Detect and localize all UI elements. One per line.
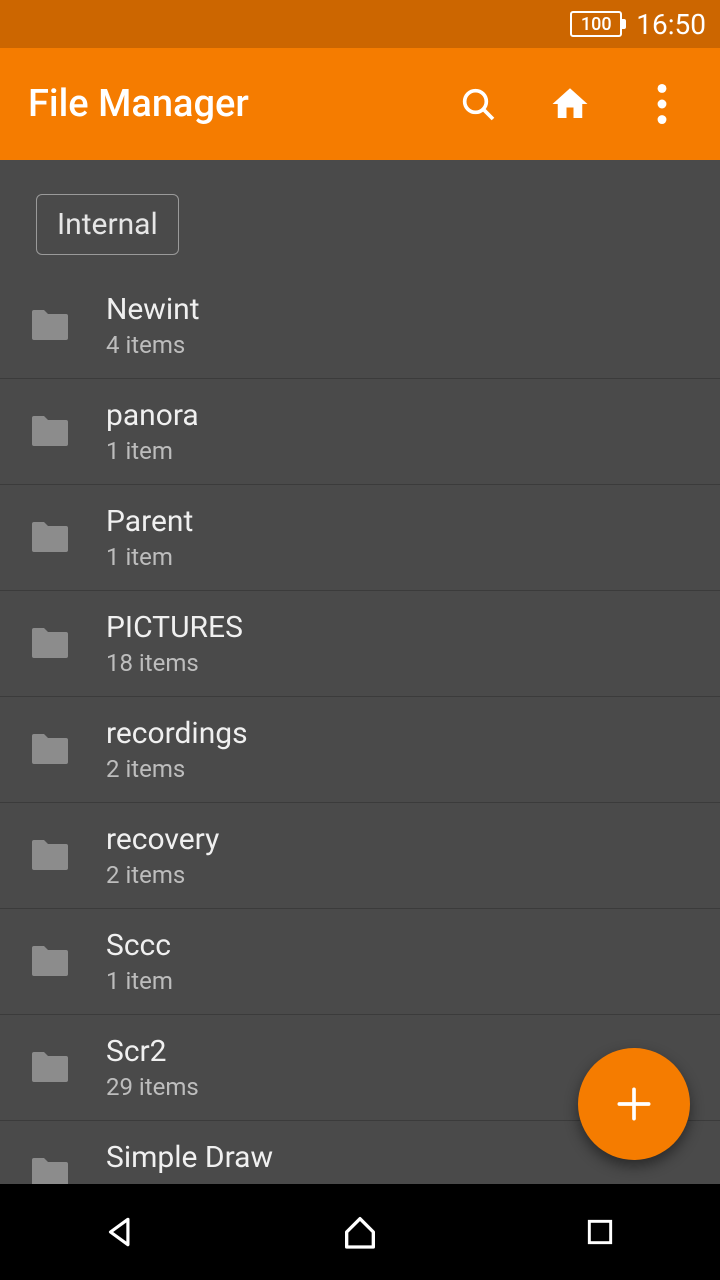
list-item[interactable]: Sccc 1 item: [0, 909, 720, 1015]
folder-name: Scr2: [106, 1034, 199, 1069]
list-item[interactable]: Parent 1 item: [0, 485, 720, 591]
more-button[interactable]: [640, 82, 684, 126]
folder-name: PICTURES: [106, 610, 243, 645]
folder-count: 4 items: [106, 331, 200, 359]
nav-recent[interactable]: [540, 1202, 660, 1262]
nav-back[interactable]: [60, 1202, 180, 1262]
folder-count: 18 items: [106, 649, 243, 677]
list-item-text: Scr2 29 items: [106, 1034, 199, 1101]
list-item-text: Parent 1 item: [106, 504, 193, 571]
home-outline-icon: [340, 1212, 380, 1252]
folder-count: 29 items: [106, 1073, 199, 1101]
folder-count: 9 items: [106, 1179, 273, 1184]
folder-icon: [20, 514, 80, 562]
fab-add[interactable]: [578, 1048, 690, 1160]
plus-icon: [612, 1082, 656, 1126]
folder-icon: [20, 620, 80, 668]
folder-count: 1 item: [106, 543, 193, 571]
folder-list[interactable]: Newint 4 items panora 1 item Parent 1 it…: [0, 273, 720, 1184]
search-button[interactable]: [456, 82, 500, 126]
recent-icon: [584, 1216, 616, 1248]
app-title: File Manager: [28, 82, 456, 126]
list-item-text: Newint 4 items: [106, 292, 200, 359]
folder-name: recovery: [106, 822, 219, 857]
app-bar: File Manager: [0, 48, 720, 160]
clock: 16:50: [636, 8, 706, 41]
nav-home[interactable]: [300, 1202, 420, 1262]
folder-icon: [20, 832, 80, 880]
status-bar: 100 16:50: [0, 0, 720, 48]
folder-icon: [20, 302, 80, 350]
list-item[interactable]: recordings 2 items: [0, 697, 720, 803]
list-item-text: recovery 2 items: [106, 822, 219, 889]
list-item[interactable]: Newint 4 items: [0, 273, 720, 379]
home-button[interactable]: [548, 82, 592, 126]
battery-icon: 100: [570, 11, 622, 37]
folder-icon: [20, 938, 80, 986]
folder-name: recordings: [106, 716, 248, 751]
list-item[interactable]: panora 1 item: [0, 379, 720, 485]
folder-count: 1 item: [106, 967, 173, 995]
battery-indicator: 100: [570, 11, 622, 37]
folder-name: Simple Draw: [106, 1140, 273, 1175]
folder-name: Parent: [106, 504, 193, 539]
folder-name: Sccc: [106, 928, 173, 963]
app-bar-actions: [456, 82, 692, 126]
folder-icon: [20, 726, 80, 774]
folder-count: 2 items: [106, 755, 248, 783]
android-nav-bar: [0, 1184, 720, 1280]
back-icon: [101, 1213, 139, 1251]
search-icon: [458, 84, 498, 124]
breadcrumb: Internal: [0, 160, 720, 273]
folder-count: 1 item: [106, 437, 199, 465]
folder-count: 2 items: [106, 861, 219, 889]
list-item-text: Simple Draw 9 items: [106, 1140, 273, 1184]
folder-icon: [20, 408, 80, 456]
list-item[interactable]: PICTURES 18 items: [0, 591, 720, 697]
more-vert-icon: [657, 84, 667, 124]
list-item-text: Sccc 1 item: [106, 928, 173, 995]
list-item-text: PICTURES 18 items: [106, 610, 243, 677]
battery-level: 100: [581, 14, 612, 35]
list-item-text: recordings 2 items: [106, 716, 248, 783]
breadcrumb-label: Internal: [57, 207, 158, 242]
folder-name: Newint: [106, 292, 200, 327]
folder-name: panora: [106, 398, 199, 433]
home-icon: [549, 83, 591, 125]
breadcrumb-chip-internal[interactable]: Internal: [36, 194, 179, 255]
folder-icon: [20, 1150, 80, 1185]
list-item-text: panora 1 item: [106, 398, 199, 465]
list-item[interactable]: recovery 2 items: [0, 803, 720, 909]
folder-icon: [20, 1044, 80, 1092]
